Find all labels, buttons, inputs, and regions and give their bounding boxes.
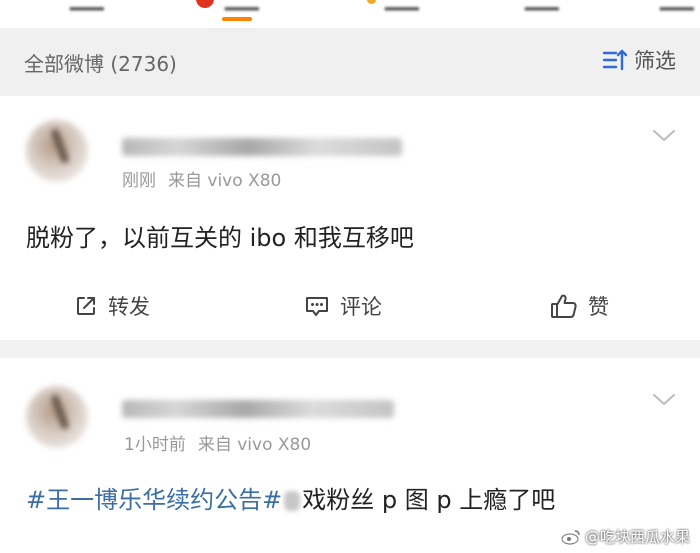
top-tab-bar: ▁▁ ▁▁ ▁▁ ▁▁ ▁▁ — [0, 0, 700, 28]
repost-button[interactable]: 转发 — [74, 276, 150, 336]
username-redacted[interactable] — [122, 400, 394, 418]
tab-video-icon — [367, 0, 376, 4]
avatar[interactable] — [26, 120, 88, 182]
repost-icon — [77, 297, 95, 315]
chevron-down-icon[interactable] — [652, 128, 676, 144]
tab-video[interactable]: ▁▁ — [385, 0, 419, 11]
tab-extra[interactable]: ▁▁ — [660, 0, 694, 11]
weibo-logo-icon — [561, 529, 580, 544]
tab-more[interactable]: ▁▁ — [525, 0, 559, 11]
redacted-char — [284, 491, 301, 511]
comment-label: 评论 — [340, 295, 382, 319]
watermark: @吃块西瓜水果 — [561, 526, 690, 547]
post-time: 刚刚 — [122, 171, 156, 191]
tab-hot[interactable]: ▁▁ — [225, 0, 259, 11]
avatar[interactable] — [26, 386, 88, 448]
post-meta: 1小时前 来自 vivo X80 — [124, 430, 311, 455]
comment-button[interactable]: 评论 — [304, 276, 382, 336]
tab-hot-icon — [196, 0, 214, 8]
post-text-rest: 戏粉丝 p 图 p 上瘾了吧 — [302, 486, 556, 514]
post-actions: 转发 评论 赞 — [0, 276, 700, 336]
username-redacted[interactable] — [122, 138, 402, 156]
filter-bar: 全部微博 (2736) 筛选 — [0, 28, 700, 96]
like-button[interactable]: 赞 — [550, 276, 609, 336]
post-text: #王一博乐华续约公告# 戏粉丝 p 图 p 上瘾了吧 — [26, 480, 555, 515]
post-card[interactable]: 刚刚来自 vivo X80 脱粉了，以前互关的 ibo 和我互移吧 转发 评论 — [0, 96, 700, 340]
post-source: 来自 vivo X80 — [197, 435, 312, 455]
filter-button[interactable]: 筛选 — [602, 44, 676, 76]
post-source: 来自 vivo X80 — [168, 171, 282, 191]
post-meta: 刚刚 来自 vivo X80 — [122, 166, 281, 191]
tab-active-indicator — [222, 17, 252, 21]
filter-label: 筛选 — [634, 49, 676, 73]
watermark-text: @吃块西瓜水果 — [584, 528, 690, 546]
all-posts-count: 全部微博 (2736) — [24, 52, 177, 76]
feed-divider — [0, 340, 700, 358]
repost-label: 转发 — [108, 295, 150, 319]
chevron-down-icon[interactable] — [652, 392, 676, 408]
filter-icon — [602, 49, 628, 71]
post-text: 脱粉了，以前互关的 ibo 和我互移吧 — [26, 224, 414, 252]
post-card[interactable]: 1小时前 来自 vivo X80 #王一博乐华续约公告# 戏粉丝 p 图 p 上瘾了… — [0, 358, 700, 553]
tab-recommend[interactable]: ▁▁ — [70, 0, 104, 11]
hashtag-link[interactable]: #王一博乐华续约公告# — [26, 486, 282, 514]
comment-icon — [306, 297, 328, 316]
thumbs-up-icon — [551, 294, 577, 318]
like-label: 赞 — [588, 295, 609, 319]
post-time: 1小时前 — [124, 435, 186, 455]
